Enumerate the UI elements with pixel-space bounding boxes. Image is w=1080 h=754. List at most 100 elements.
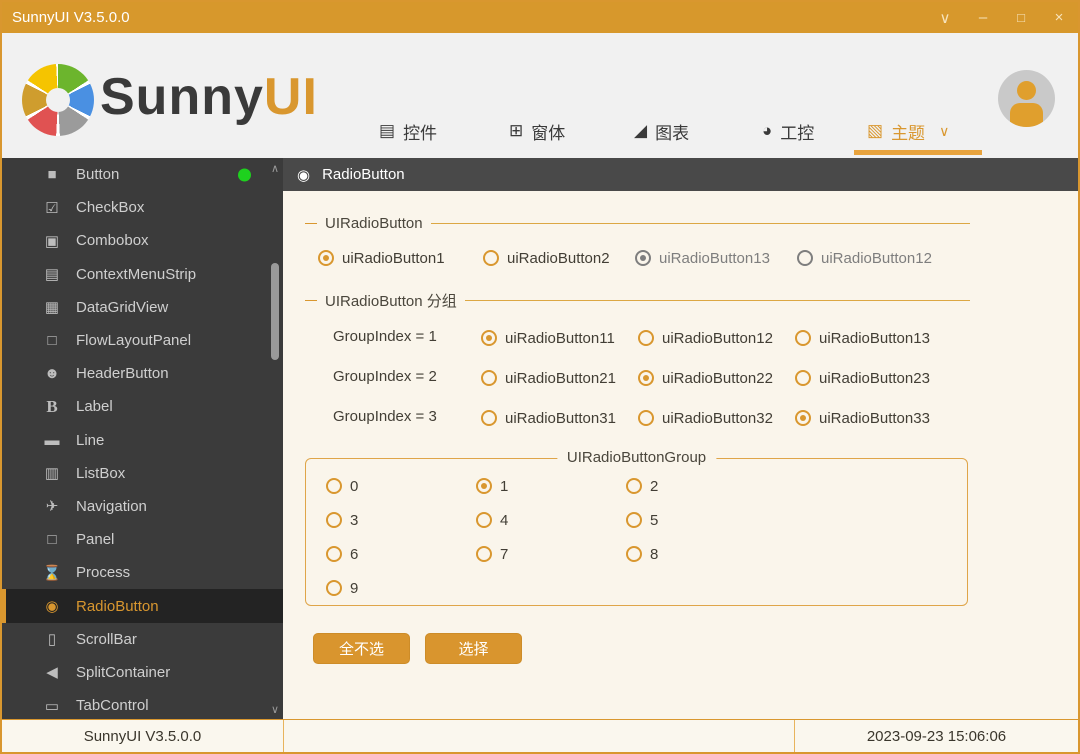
sidebar-item-label: Label — [76, 398, 113, 415]
radio-uiRadioButton21[interactable]: uiRadioButton21 — [481, 367, 616, 389]
radio-uiRadioButton31[interactable]: uiRadioButton31 — [481, 407, 616, 429]
select-none-button[interactable]: 全不选 — [313, 633, 410, 664]
group-option-8[interactable]: 8 — [626, 543, 658, 565]
radio-uiRadioButton1[interactable]: uiRadioButton1 — [318, 247, 445, 269]
group-option-6[interactable]: 6 — [326, 543, 358, 565]
sidebar-item-datagridview[interactable]: ▦ DataGridView — [2, 291, 283, 324]
sidebar-item-headerbutton[interactable]: ☻ HeaderButton — [2, 357, 283, 390]
sidebar-item-radiobutton[interactable]: ◉ RadioButton — [2, 589, 283, 622]
logo-primary: Sunny — [100, 68, 264, 126]
radio-uiRadioButton32[interactable]: uiRadioButton32 — [638, 407, 773, 429]
radio-label: uiRadioButton21 — [505, 370, 616, 387]
group-option-1[interactable]: 1 — [476, 475, 508, 497]
groupbox-title: UIRadioButtonGroup — [557, 449, 716, 466]
sidebar-item-listbox[interactable]: ▥ ListBox — [2, 457, 283, 490]
sunnyui-logo-icon — [22, 64, 94, 136]
group-option-7[interactable]: 7 — [476, 543, 508, 565]
radio-unchecked-icon — [638, 410, 654, 426]
window-title: SunnyUI V3.5.0.0 — [2, 9, 130, 26]
group-option-5[interactable]: 5 — [626, 509, 658, 531]
sidebar-item-process[interactable]: ⌛ Process — [2, 556, 283, 589]
sidebar-item-navigation[interactable]: ✈ Navigation — [2, 490, 283, 523]
radio-label: uiRadioButton13 — [659, 250, 770, 267]
radio-uiRadioButton2[interactable]: uiRadioButton2 — [483, 247, 610, 269]
section-grouping-header: UIRadioButton 分组 — [305, 290, 970, 311]
sidebar-item-contextmenustrip[interactable]: ▤ ContextMenuStrip — [2, 258, 283, 291]
select-button[interactable]: 选择 — [425, 633, 522, 664]
tab-charts[interactable]: ◢ 图表 — [634, 116, 689, 146]
radio-uiRadioButton33[interactable]: uiRadioButton33 — [795, 407, 930, 429]
section-uiradiobutton-header: UIRadioButton — [305, 215, 970, 232]
radio-label: 0 — [350, 478, 358, 495]
sidebar-item-flowlayoutpanel[interactable]: □ FlowLayoutPanel — [2, 324, 283, 357]
group-option-0[interactable]: 0 — [326, 475, 358, 497]
radio-label: 7 — [500, 546, 508, 563]
sidebar-item-label: FlowLayoutPanel — [76, 332, 191, 349]
image-icon: ▧ — [867, 121, 883, 141]
sidebar-item-splitcontainer[interactable]: ◀ SplitContainer — [2, 656, 283, 689]
hourglass-icon: ⌛ — [40, 564, 64, 582]
statusbar: SunnyUI V3.5.0.0 2023-09-23 15:06:06 — [2, 719, 1078, 752]
sidebar-item-line[interactable]: ▬ Line — [2, 424, 283, 457]
tab-label: 主题 — [891, 119, 925, 144]
grid-icon: ▦ — [40, 298, 64, 316]
sidebar-item-label: Combobox — [76, 232, 149, 249]
sidebar-item-checkbox[interactable]: ☑ CheckBox — [2, 191, 283, 224]
sidebar-item-label-control[interactable]: B Label — [2, 390, 283, 423]
radio-uiRadioButton23[interactable]: uiRadioButton23 — [795, 367, 930, 389]
sidebar-item-panel[interactable]: □ Panel — [2, 523, 283, 556]
radio-uiRadioButton11[interactable]: uiRadioButton11 — [481, 327, 615, 349]
folder-icon: ▭ — [40, 697, 64, 715]
sidebar-item-scrollbar[interactable]: ▯ ScrollBar — [2, 623, 283, 656]
tab-label: 窗体 — [531, 119, 565, 144]
radio-label: uiRadioButton12 — [662, 330, 773, 347]
scroll-up-icon[interactable]: ∧ — [269, 162, 281, 176]
user-avatar[interactable] — [998, 70, 1055, 127]
sidebar-item-label: CheckBox — [76, 199, 144, 216]
tab-forms[interactable]: ⊞ 窗体 — [509, 116, 565, 146]
scrollbar-thumb[interactable] — [271, 263, 279, 360]
tab-label: 图表 — [655, 119, 689, 144]
minimize-icon[interactable]: – — [964, 2, 1002, 33]
radio-unchecked-icon — [326, 580, 342, 596]
chevron-down-icon: ∨ — [939, 123, 949, 140]
radio-uiRadioButton13[interactable]: uiRadioButton13 — [795, 327, 930, 349]
tab-label: 工控 — [780, 119, 814, 144]
group-option-4[interactable]: 4 — [476, 509, 508, 531]
titlebar: SunnyUI V3.5.0.0 ∨ – □ × — [2, 2, 1078, 33]
tab-theme[interactable]: ▧ 主题 ∨ — [867, 116, 949, 146]
group-option-2[interactable]: 2 — [626, 475, 658, 497]
radio-icon: ◉ — [40, 597, 64, 615]
button-icon: ■ — [40, 166, 64, 183]
radio-unchecked-icon — [476, 546, 492, 562]
radio-unchecked-icon — [626, 478, 642, 494]
sidebar-item-label: Process — [76, 564, 130, 581]
radio-uiRadioButton12-disabled: uiRadioButton12 — [797, 247, 932, 269]
label-icon: B — [40, 397, 64, 417]
sidebar-item-combobox[interactable]: ▣ Combobox — [2, 224, 283, 257]
tab-industrial[interactable]: ◕ 工控 — [762, 116, 814, 146]
radio-uiRadioButton22[interactable]: uiRadioButton22 — [638, 367, 773, 389]
radio-checked-icon — [638, 370, 654, 386]
gauge-icon: ◕ — [762, 121, 772, 141]
section-dash — [305, 300, 317, 301]
sidebar-item-button[interactable]: ■ Button — [2, 158, 283, 191]
page-title: RadioButton — [322, 166, 405, 183]
radio-checked-icon — [635, 250, 651, 266]
content-header: ◉ RadioButton — [283, 158, 1078, 191]
sidebar-item-label: TabControl — [76, 697, 149, 714]
collapse-titlebar-icon[interactable]: ∨ — [926, 2, 964, 33]
scroll-down-icon[interactable]: ∨ — [269, 703, 281, 717]
sidebar-item-tabcontrol[interactable]: ▭ TabControl — [2, 689, 283, 719]
group-option-3[interactable]: 3 — [326, 509, 358, 531]
maximize-icon[interactable]: □ — [1002, 2, 1040, 33]
radio-label: uiRadioButton33 — [819, 410, 930, 427]
radio-label: 5 — [650, 512, 658, 529]
tab-controls[interactable]: ▤ 控件 — [379, 116, 437, 146]
close-icon[interactable]: × — [1040, 2, 1078, 33]
group-option-9[interactable]: 9 — [326, 577, 358, 599]
radio-uiRadioButton12[interactable]: uiRadioButton12 — [638, 327, 773, 349]
logo-text: SunnyUI — [100, 67, 318, 127]
radio-label: 4 — [500, 512, 508, 529]
radio-label: uiRadioButton2 — [507, 250, 610, 267]
